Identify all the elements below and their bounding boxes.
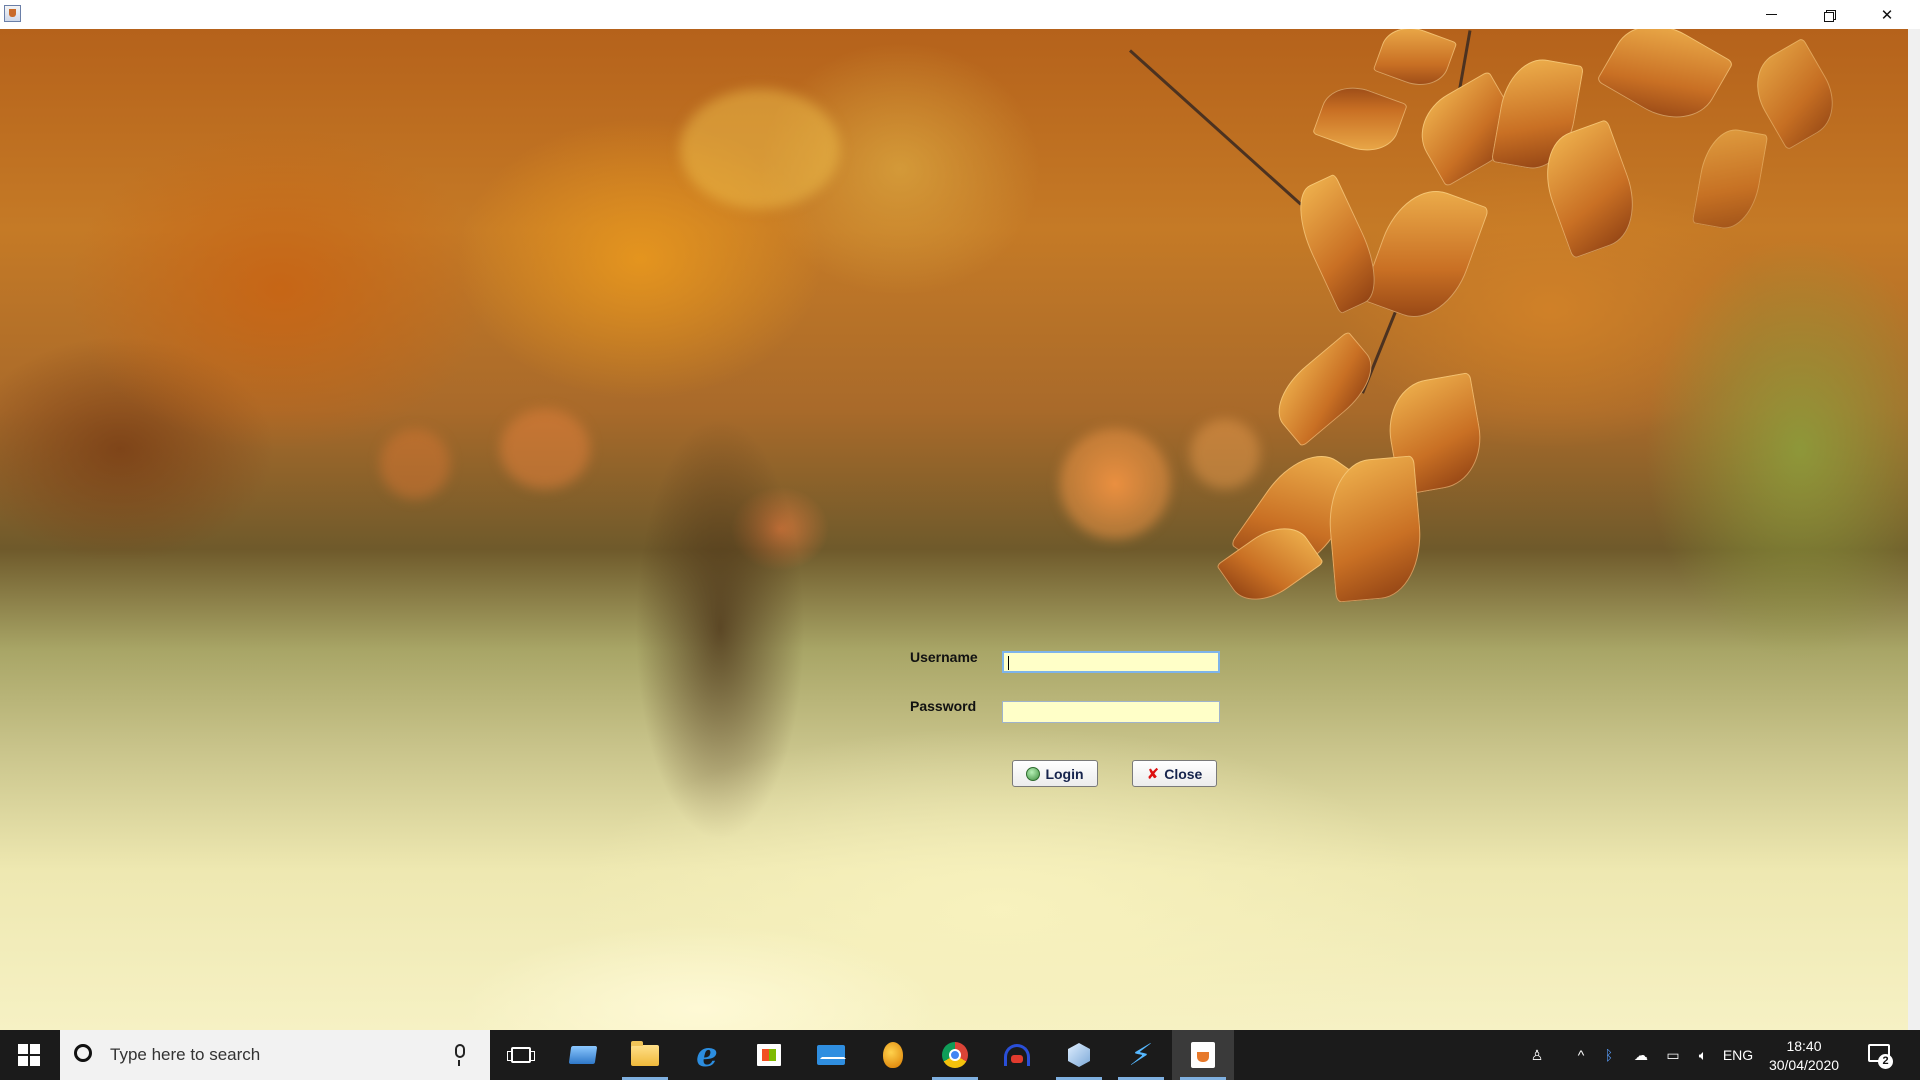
minimize-icon — [1765, 14, 1777, 15]
start-button[interactable] — [0, 1030, 58, 1080]
cortana-icon — [74, 1044, 92, 1062]
taskbar-store[interactable] — [738, 1030, 800, 1080]
bokeh-light — [680, 89, 840, 209]
bluetooth-tray[interactable]: ᛒ — [1598, 1030, 1620, 1080]
password-field[interactable] — [1002, 701, 1220, 723]
taskbar: Type here to search e ⚡ ♙ ^ ᛒ ☁ ▭ 🔈︎ ENG… — [0, 1030, 1920, 1080]
leaf — [1372, 29, 1458, 95]
people-button[interactable]: ♙ — [1522, 1030, 1552, 1080]
close-button-label: Close — [1164, 765, 1203, 782]
taskbar-file-explorer[interactable] — [614, 1030, 676, 1080]
taskbar-mail[interactable] — [800, 1030, 862, 1080]
close-window-button[interactable]: ✕ — [1858, 0, 1916, 29]
headset-icon — [1004, 1044, 1030, 1066]
onedrive-tray[interactable]: ☁ — [1628, 1030, 1654, 1080]
battery-tray[interactable]: ▭ — [1660, 1030, 1686, 1080]
chrome-icon — [942, 1042, 968, 1068]
leaf — [1596, 29, 1734, 136]
login-icon — [1026, 766, 1041, 781]
java-app-icon — [4, 5, 21, 22]
speaker-icon: 🔈︎ — [1698, 1046, 1708, 1063]
password-label: Password — [910, 698, 977, 714]
show-hidden-icons-button[interactable]: ^ — [1570, 1030, 1592, 1080]
edge-icon: e — [696, 1035, 718, 1075]
windows-logo-icon — [18, 1044, 40, 1066]
leaf — [1691, 124, 1769, 234]
cube-icon — [1068, 1043, 1090, 1067]
username-label: Username — [910, 649, 978, 665]
minimize-button[interactable] — [1742, 0, 1800, 29]
volume-tray[interactable]: 🔈︎ — [1690, 1030, 1716, 1080]
close-icon: ✕ — [1880, 6, 1894, 24]
restore-button[interactable] — [1800, 0, 1858, 29]
mail-icon — [817, 1045, 846, 1065]
language-indicator[interactable]: ENG — [1720, 1030, 1756, 1080]
taskbar-edge[interactable]: e — [676, 1030, 738, 1080]
lightning-bolt-icon: ⚡ — [1127, 1037, 1155, 1073]
notification-count: 2 — [1878, 1054, 1893, 1069]
taskbar-virtualbox[interactable] — [1048, 1030, 1110, 1080]
taskbar-java-app[interactable] — [1172, 1030, 1234, 1080]
bokeh-light — [1060, 429, 1170, 539]
folder-icon — [631, 1040, 659, 1066]
microphone-icon[interactable] — [455, 1044, 465, 1066]
battery-icon: ▭ — [1666, 1046, 1680, 1063]
clock[interactable]: 18:40 30/04/2020 — [1756, 1037, 1852, 1075]
login-button-label: Login — [1045, 765, 1084, 782]
close-button[interactable]: ✘ Close — [1132, 760, 1217, 787]
bluetooth-icon: ᛒ — [1604, 1047, 1614, 1063]
restore-icon — [1824, 9, 1836, 22]
clock-time: 18:40 — [1786, 1038, 1822, 1054]
leaf — [1263, 330, 1387, 448]
java-icon — [1191, 1042, 1215, 1068]
leaf — [1360, 177, 1490, 331]
task-view-button[interactable] — [490, 1030, 552, 1080]
taskbar-headset-app[interactable] — [986, 1030, 1048, 1080]
taskbar-chrome[interactable] — [924, 1030, 986, 1080]
computer-icon — [568, 1046, 598, 1064]
window-edge — [1908, 29, 1920, 1030]
taskbar-search-box[interactable]: Type here to search — [60, 1030, 490, 1080]
login-panel-background: Username Password Login ✘ Close — [0, 29, 1908, 1030]
window-title-bar: ✕ — [0, 0, 1920, 29]
branch — [1128, 49, 1302, 206]
text-caret — [1008, 656, 1009, 670]
username-field[interactable] — [1002, 651, 1220, 673]
taskbar-fruity-app[interactable] — [862, 1030, 924, 1080]
cloud-icon: ☁ — [1634, 1046, 1648, 1063]
people-icon: ♙ — [1530, 1046, 1544, 1063]
taskbar-this-pc[interactable] — [552, 1030, 614, 1080]
store-icon — [757, 1044, 781, 1066]
search-placeholder: Type here to search — [110, 1045, 261, 1064]
clock-date: 30/04/2020 — [1768, 1057, 1840, 1073]
taskbar-bolt-app[interactable]: ⚡ — [1110, 1030, 1172, 1080]
leaf — [1312, 77, 1408, 161]
language-label: ENG — [1722, 1047, 1754, 1063]
close-x-icon: ✘ — [1146, 764, 1160, 783]
fruit-app-icon — [883, 1042, 903, 1068]
bokeh-light — [1190, 419, 1260, 489]
login-button[interactable]: Login — [1012, 760, 1098, 787]
chevron-up-icon: ^ — [1577, 1047, 1585, 1063]
task-view-icon — [507, 1047, 535, 1063]
bokeh-light — [380, 429, 450, 499]
bokeh-light — [500, 409, 590, 489]
